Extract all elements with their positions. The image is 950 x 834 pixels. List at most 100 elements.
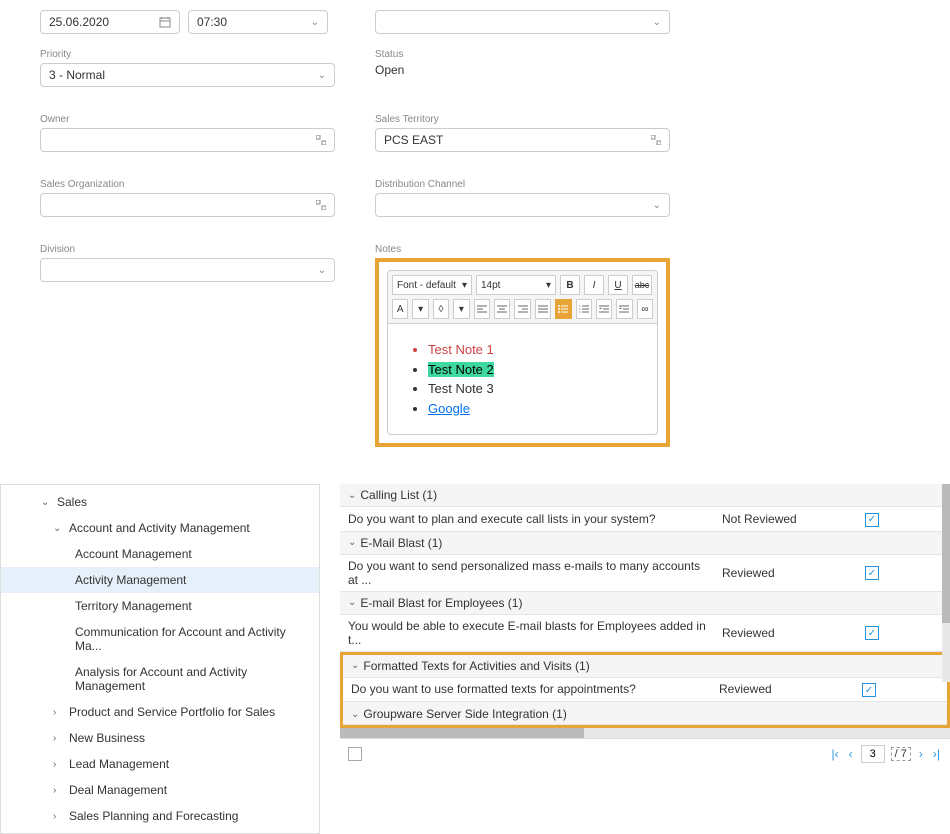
checkbox[interactable]: ✓ [862,683,876,697]
date-value: 25.06.2020 [49,15,109,29]
sales-territory-label: Sales Territory [375,114,670,125]
dist-channel-label: Distribution Channel [375,179,670,190]
group-calling-list[interactable]: ⌄ Calling List (1) [340,484,950,507]
notes-content-area[interactable]: Test Note 1 Test Note 2 Test Note 3 Goog… [387,324,658,435]
navigation-tree: ⌄ Sales ⌄ Account and Activity Managemen… [0,484,320,834]
tree-item-sales[interactable]: ⌄ Sales [1,489,319,515]
question-text: Do you want to send personalized mass e-… [348,559,722,587]
status-label: Status [375,49,670,60]
table-row[interactable]: You would be able to execute E-mail blas… [340,615,950,652]
tree-item-analysis[interactable]: Analysis for Account and Activity Manage… [1,659,319,699]
question-text: Do you want to plan and execute call lis… [348,512,722,526]
scrollbar-thumb[interactable] [340,728,584,738]
text-color-dropdown[interactable]: ▾ [412,299,428,319]
next-page-button[interactable]: › [917,747,925,761]
sales-org-input[interactable] [40,193,335,217]
table-row[interactable]: Do you want to use formatted texts for a… [343,678,947,703]
chevron-right-icon: › [53,811,63,822]
pagination: |‹ ‹ / 7 › ›| [830,745,942,763]
chevron-down-icon: ⌄ [653,17,661,28]
question-text: You would be able to execute E-mail blas… [348,619,722,647]
tree-item-sales-planning[interactable]: › Sales Planning and Forecasting [1,803,319,829]
scrollbar-thumb[interactable] [942,484,950,623]
note-item-2: Test Note 2 [428,360,637,380]
status-text: Not Reviewed [722,512,842,526]
chevron-down-icon: ⌄ [41,497,51,508]
align-justify-button[interactable] [535,299,551,319]
tree-item-lead-mgmt[interactable]: › Lead Management [1,751,319,777]
bullet-list-button[interactable] [555,299,571,319]
table-row[interactable]: Do you want to send personalized mass e-… [340,555,950,592]
chevron-right-icon: › [53,785,63,796]
chevron-down-icon: ⌄ [53,523,63,534]
table-row[interactable]: Do you want to plan and execute call lis… [340,507,950,532]
time-value: 07:30 [197,15,227,29]
checkbox[interactable]: ✓ [865,513,879,527]
priority-value: 3 - Normal [49,68,105,82]
outdent-button[interactable] [596,299,612,319]
italic-button[interactable]: I [584,275,604,295]
vertical-scrollbar[interactable] [942,484,950,682]
division-dropdown[interactable]: ⌄ [40,258,335,282]
note-item-4: Google [428,399,637,419]
indent-button[interactable] [616,299,632,319]
tree-item-product-portfolio[interactable]: › Product and Service Portfolio for Sale… [1,699,319,725]
empty-dropdown-1[interactable]: ⌄ [375,10,670,34]
time-input[interactable]: 07:30 ⌄ [188,10,328,34]
question-text: Do you want to use formatted texts for a… [351,682,719,696]
align-center-button[interactable] [494,299,510,319]
dropdown-icon: ▾ [546,280,551,291]
font-name-select[interactable]: Font - default ▾ [392,275,472,295]
prev-page-button[interactable]: ‹ [847,747,855,761]
page-total: / 7 [891,747,911,761]
page-input[interactable] [861,745,885,763]
bold-button[interactable]: B [560,275,580,295]
chevron-right-icon: › [53,759,63,770]
select-all-checkbox[interactable] [348,747,362,761]
tree-item-territory-mgmt[interactable]: Territory Management [1,593,319,619]
underline-button[interactable]: U [608,275,628,295]
tree-item-activity-mgmt[interactable]: Activity Management [1,567,319,593]
sales-territory-value: PCS EAST [384,133,443,147]
sales-territory-input[interactable]: PCS EAST [375,128,670,152]
sales-org-label: Sales Organization [40,179,335,190]
tree-item-communication[interactable]: Communication for Account and Activity M… [1,619,319,659]
checkbox[interactable]: ✓ [865,626,879,640]
group-email-blast-employees[interactable]: ⌄ E-mail Blast for Employees (1) [340,592,950,615]
division-label: Division [40,244,335,255]
note-item-1: Test Note 1 [428,340,637,360]
chevron-down-icon: ⌄ [348,597,356,608]
status-text: Reviewed [722,626,842,640]
date-input[interactable]: 25.06.2020 [40,10,180,34]
tree-item-new-business[interactable]: › New Business [1,725,319,751]
align-left-button[interactable] [474,299,490,319]
priority-dropdown[interactable]: 3 - Normal ⌄ [40,63,335,87]
group-email-blast[interactable]: ⌄ E-Mail Blast (1) [340,532,950,555]
calendar-icon [159,16,171,28]
highlight-dropdown[interactable]: ▾ [453,299,469,319]
tree-item-account-activity[interactable]: ⌄ Account and Activity Management [1,515,319,541]
highlight-button[interactable]: ◊ [433,299,449,319]
owner-label: Owner [40,114,335,125]
valuehelp-icon [651,135,661,145]
horizontal-scrollbar[interactable] [340,728,950,738]
group-formatted-texts[interactable]: ⌄ Formatted Texts for Activities and Vis… [343,655,947,678]
notes-editor-highlight: Font - default ▾ 14pt ▾ B I U abc [375,258,670,447]
link-button[interactable]: ∞ [637,299,653,319]
last-page-button[interactable]: ›| [931,747,942,761]
tree-item-account-mgmt[interactable]: Account Management [1,541,319,567]
table-footer: |‹ ‹ / 7 › ›| [340,738,950,769]
chevron-down-icon: ⌄ [351,709,359,720]
questions-table: ⌄ Calling List (1) Do you want to plan a… [340,484,950,834]
group-groupware[interactable]: ⌄ Groupware Server Side Integration (1) [343,702,947,725]
strikethrough-button[interactable]: abc [632,275,652,295]
dist-channel-dropdown[interactable]: ⌄ [375,193,670,217]
first-page-button[interactable]: |‹ [830,747,841,761]
checkbox[interactable]: ✓ [865,566,879,580]
numbered-list-button[interactable]: 123 [576,299,592,319]
font-size-select[interactable]: 14pt ▾ [476,275,556,295]
text-color-button[interactable]: A [392,299,408,319]
tree-item-deal-mgmt[interactable]: › Deal Management [1,777,319,803]
align-right-button[interactable] [514,299,530,319]
owner-input[interactable] [40,128,335,152]
